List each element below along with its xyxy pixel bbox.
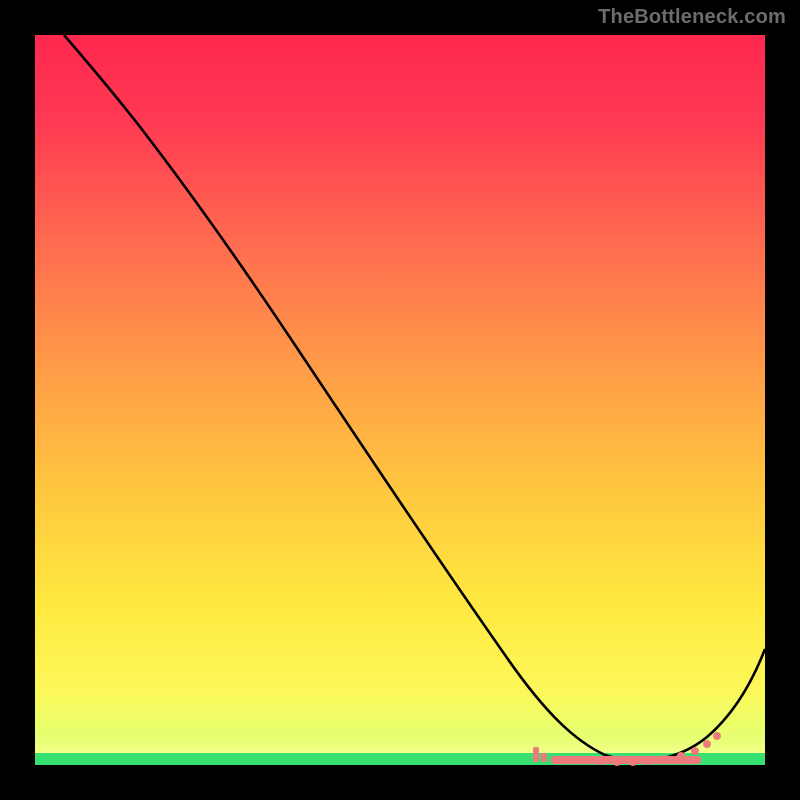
curve-layer [35,35,765,765]
plot-area [35,35,765,765]
optimal-band-markers [533,732,721,766]
chart-frame: TheBottleneck.com [0,0,800,800]
bottleneck-curve [64,35,765,761]
watermark-text: TheBottleneck.com [598,6,786,29]
